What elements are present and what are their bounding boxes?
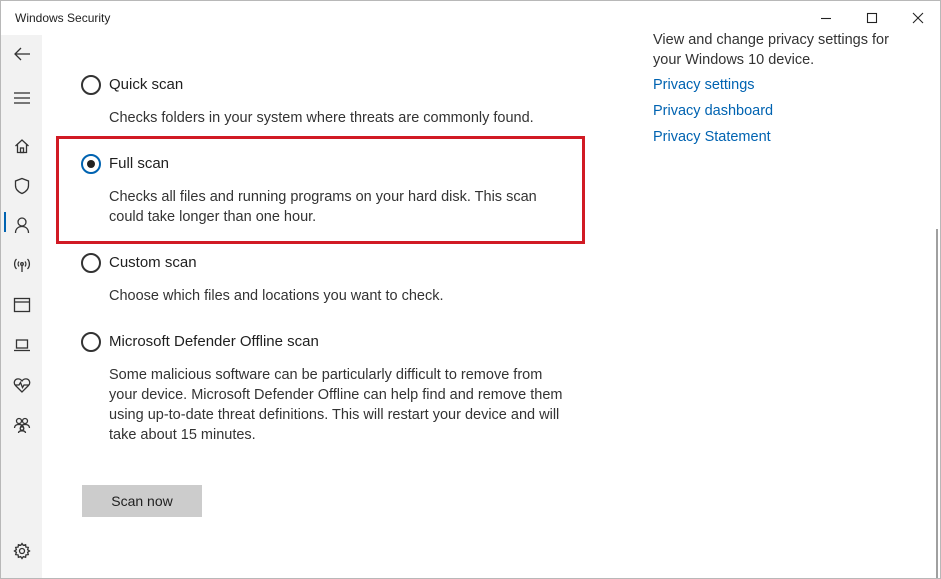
- offline-scan-description: Some malicious software can be particula…: [109, 367, 563, 443]
- back-icon: [13, 47, 30, 61]
- custom-scan-label[interactable]: Custom scan: [109, 254, 197, 271]
- menu-icon: [13, 92, 30, 104]
- gear-icon: [12, 542, 31, 560]
- sidebar-item-device-health[interactable]: [1, 368, 42, 402]
- maximize-icon: [866, 12, 878, 24]
- privacy-description: View and change privacy settings for you…: [653, 32, 889, 68]
- back-button[interactable]: [1, 37, 42, 71]
- sidebar-item-home[interactable]: [1, 129, 42, 163]
- person-icon: [14, 217, 29, 234]
- full-scan-radio[interactable]: [81, 154, 101, 174]
- custom-scan-radio[interactable]: [81, 253, 101, 273]
- sidebar-item-family[interactable]: [1, 408, 42, 442]
- home-icon: [14, 139, 29, 154]
- minimize-icon: [821, 17, 831, 20]
- health-icon: [13, 378, 30, 393]
- custom-scan-description: Choose which files and locations you wan…: [109, 288, 444, 304]
- sidebar: [1, 35, 42, 578]
- shield-icon: [14, 177, 29, 195]
- menu-button[interactable]: [1, 81, 42, 115]
- privacy-statement-link[interactable]: Privacy Statement: [653, 129, 771, 145]
- window-title: Windows Security: [15, 11, 111, 25]
- privacy-panel: View and change privacy settings for you…: [653, 30, 923, 145]
- wifi-icon: [13, 258, 30, 272]
- privacy-dashboard-link[interactable]: Privacy dashboard: [653, 103, 773, 119]
- quick-scan-radio[interactable]: [81, 75, 101, 95]
- family-icon: [13, 417, 30, 434]
- sidebar-item-virus-protection[interactable]: [1, 169, 42, 203]
- offline-scan-label[interactable]: Microsoft Defender Offline scan: [109, 333, 319, 350]
- scrollbar-thumb[interactable]: [936, 229, 938, 578]
- privacy-settings-link[interactable]: Privacy settings: [653, 77, 755, 93]
- scan-now-button[interactable]: Scan now: [82, 485, 202, 517]
- sidebar-item-device-security[interactable]: [1, 328, 42, 362]
- full-scan-label[interactable]: Full scan: [109, 155, 169, 172]
- sidebar-item-settings[interactable]: [1, 534, 42, 568]
- browser-icon: [13, 297, 30, 313]
- laptop-icon: [13, 339, 30, 352]
- sidebar-item-account[interactable]: [1, 208, 42, 242]
- sidebar-item-app-browser[interactable]: [1, 288, 42, 322]
- full-scan-description: Checks all files and running programs on…: [109, 189, 537, 225]
- app-window: Windows Security Quick scan Checks folde…: [0, 0, 941, 579]
- close-icon: [912, 12, 924, 24]
- sidebar-item-firewall[interactable]: [1, 248, 42, 282]
- offline-scan-radio[interactable]: [81, 332, 101, 352]
- quick-scan-description: Checks folders in your system where thre…: [109, 110, 534, 126]
- quick-scan-label[interactable]: Quick scan: [109, 76, 183, 93]
